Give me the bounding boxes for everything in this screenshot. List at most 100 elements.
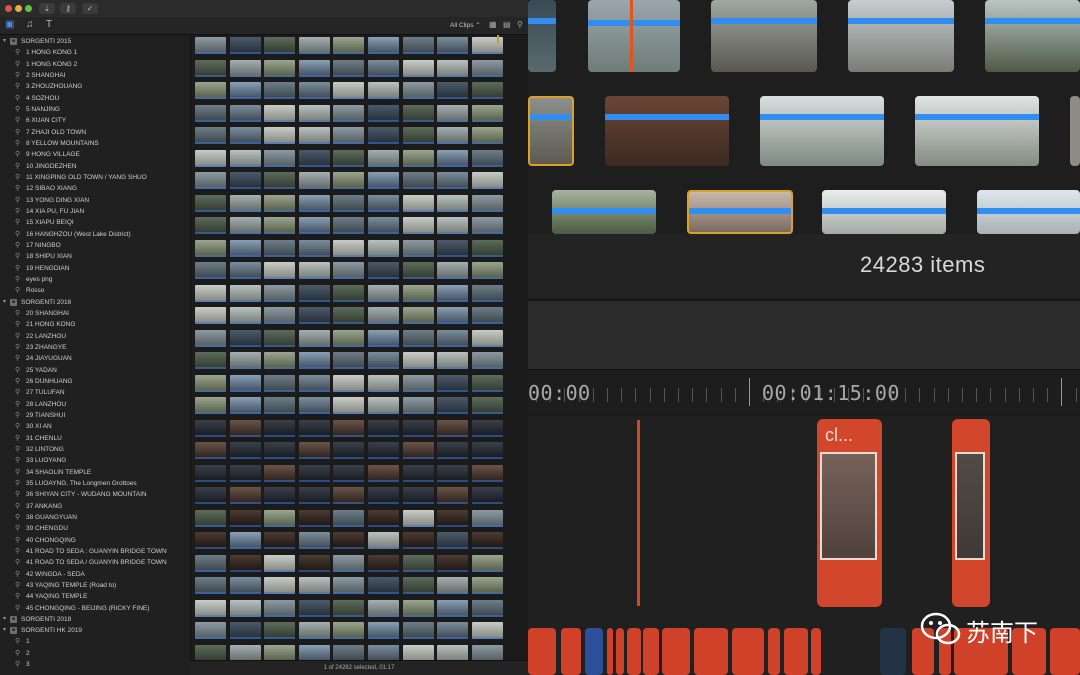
clip-thumbnail[interactable] [298, 352, 330, 369]
clip-thumbnail[interactable] [687, 190, 793, 234]
clip-thumbnail[interactable] [368, 599, 399, 617]
clip-thumbnail[interactable] [229, 307, 261, 324]
clip-thumbnail[interactable] [402, 59, 434, 77]
sidebar-event[interactable]: ⚲ 42 WINGDA - SEDA [0, 569, 190, 580]
storyline-clip[interactable] [811, 628, 821, 675]
sidebar-event[interactable]: ⚲ 39 CHENGDU [0, 523, 190, 534]
clip-thumbnail[interactable] [229, 352, 261, 369]
clip-thumbnail[interactable] [333, 532, 365, 549]
clip-thumbnail[interactable] [402, 262, 434, 279]
clip-thumbnail[interactable] [264, 82, 296, 99]
clip-thumbnail[interactable] [195, 374, 226, 392]
clip-thumbnail[interactable] [195, 149, 226, 167]
clip-thumbnail[interactable] [368, 419, 399, 437]
clip-thumbnail[interactable] [264, 577, 296, 594]
clip-thumbnail[interactable] [333, 397, 365, 414]
clip-thumbnail[interactable] [264, 127, 296, 144]
clip-thumbnail[interactable] [264, 599, 296, 617]
sidebar-event[interactable]: ⚲ 10 JINGDEZHEN [0, 161, 190, 172]
clip-thumbnail[interactable] [195, 419, 226, 437]
clip-thumbnail[interactable] [471, 82, 503, 99]
clip-thumbnail[interactable] [229, 374, 261, 392]
clip-thumbnail[interactable] [471, 397, 503, 414]
clip-thumbnail[interactable] [298, 644, 330, 660]
disclosure-triangle-icon[interactable]: ▾ [3, 36, 6, 47]
clip-thumbnail[interactable] [402, 577, 434, 594]
sidebar-event[interactable]: ⚲ 19 HENGDIAN [0, 263, 190, 274]
clip-thumbnail[interactable] [848, 0, 954, 72]
clip-thumbnail[interactable] [264, 464, 296, 482]
clip-thumbnail[interactable] [333, 262, 365, 279]
clip-thumbnail[interactable] [264, 397, 296, 414]
sidebar-event[interactable]: ⚲ 38 GUANGYUAN [0, 512, 190, 523]
storyline-clip[interactable] [880, 628, 906, 675]
clip-thumbnail[interactable] [195, 464, 226, 482]
clip-thumbnail[interactable] [368, 374, 399, 392]
clip-thumbnail[interactable] [264, 644, 296, 660]
clip-thumbnail[interactable] [368, 149, 399, 167]
clip-thumbnail[interactable] [195, 217, 226, 234]
clip-thumbnail[interactable] [195, 307, 226, 324]
clip-thumbnail[interactable] [229, 127, 261, 144]
clip-thumbnail[interactable] [333, 509, 365, 527]
storyline-clip[interactable] [585, 628, 603, 675]
clip-thumbnail[interactable] [368, 37, 399, 54]
clip-thumbnail[interactable] [333, 307, 365, 324]
clip-thumbnail[interactable] [264, 487, 296, 504]
clip-thumbnail[interactable] [298, 554, 330, 572]
clip-thumbnail[interactable] [402, 104, 434, 122]
clip-thumbnail[interactable] [437, 352, 469, 369]
clip-thumbnail[interactable] [333, 464, 365, 482]
clip-thumbnail[interactable] [437, 644, 469, 660]
clip-thumbnail[interactable] [333, 59, 365, 77]
sidebar-event[interactable]: ⚲ eyes png [0, 274, 190, 285]
disclosure-triangle-icon[interactable]: ▾ [3, 614, 6, 625]
clip-thumbnail[interactable] [333, 442, 365, 459]
clip-filter-dropdown[interactable]: All Clips ⌃ [450, 21, 481, 29]
clip-thumbnail[interactable] [264, 532, 296, 549]
sidebar-event[interactable]: ⚲ 5 NANJING [0, 104, 190, 115]
clip-thumbnail[interactable] [229, 329, 261, 347]
clip-thumbnail[interactable] [368, 59, 399, 77]
timeline-clip[interactable] [952, 419, 990, 607]
clip-thumbnail[interactable] [471, 239, 503, 257]
sidebar-event[interactable]: ⚲ 29 TIANSHUI [0, 410, 190, 421]
clip-thumbnail[interactable] [471, 352, 503, 369]
clip-thumbnail[interactable] [915, 96, 1039, 166]
clip-thumbnail[interactable] [402, 374, 434, 392]
sidebar-event[interactable]: ⚲ 12 SIBAO XIANG [0, 183, 190, 194]
timeline-clip[interactable]: cl... [817, 419, 882, 607]
sidebar-event[interactable]: ⚲ 44 YAQING TEMPLE [0, 591, 190, 602]
scroll-indicator[interactable] [497, 35, 499, 43]
clip-thumbnail[interactable] [195, 59, 226, 77]
clip-thumbnail[interactable] [402, 509, 434, 527]
import-button[interactable]: ⇣ [39, 3, 55, 14]
clip-thumbnail[interactable] [195, 622, 226, 639]
clip-thumbnail[interactable] [298, 442, 330, 459]
clip-thumbnail[interactable] [368, 622, 399, 639]
clip-thumbnail[interactable] [333, 127, 365, 144]
clip-thumbnail[interactable] [368, 307, 399, 324]
clip-thumbnail[interactable] [402, 217, 434, 234]
clip-thumbnail[interactable] [264, 239, 296, 257]
storyline-clip[interactable] [561, 628, 581, 675]
clip-thumbnail[interactable] [368, 352, 399, 369]
clip-thumbnail[interactable] [264, 622, 296, 639]
playhead[interactable] [637, 420, 640, 606]
clip-thumbnail[interactable] [264, 194, 296, 212]
clip-thumbnail[interactable] [229, 149, 261, 167]
clip-thumbnail[interactable] [437, 194, 469, 212]
sidebar-event[interactable]: ⚲ 1 [0, 636, 190, 647]
clip-thumbnail[interactable] [402, 622, 434, 639]
clip-thumbnail[interactable] [298, 284, 330, 302]
clip-thumbnail[interactable] [333, 352, 365, 369]
clip-thumbnail[interactable] [471, 329, 503, 347]
clip-thumbnail[interactable] [471, 307, 503, 324]
clip-thumbnail[interactable] [471, 59, 503, 77]
sidebar-event[interactable]: ⚲ 18 SHIPU XIAN [0, 251, 190, 262]
clip-thumbnail[interactable] [264, 172, 296, 189]
storyline-clip[interactable] [627, 628, 641, 675]
clip-thumbnail[interactable] [229, 464, 261, 482]
clip-thumbnail[interactable] [298, 172, 330, 189]
clip-thumbnail[interactable] [368, 239, 399, 257]
